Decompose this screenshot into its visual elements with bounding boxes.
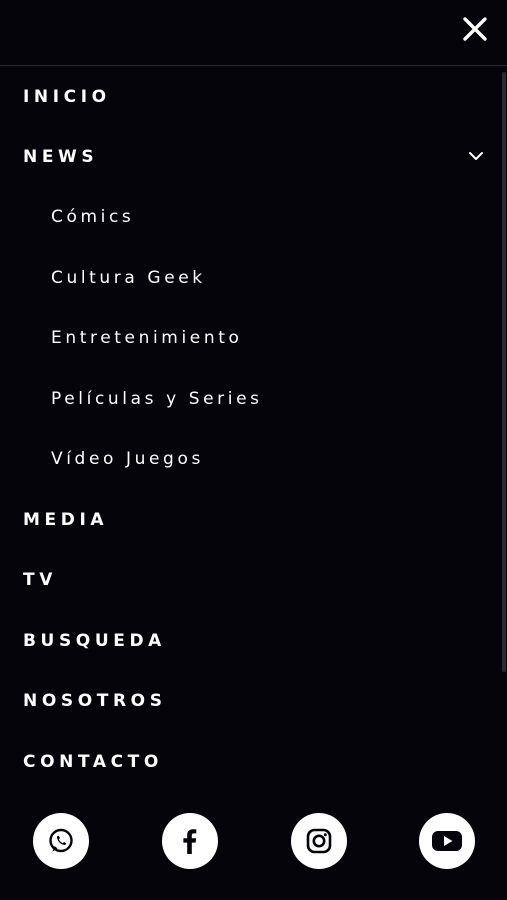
menu-item-label: INICIO	[23, 87, 111, 107]
social-links	[0, 813, 507, 869]
instagram-icon	[306, 828, 332, 854]
menu-item-label: TV	[23, 570, 57, 590]
whatsapp-link[interactable]	[33, 813, 89, 869]
menu-item-label: NOSOTROS	[23, 691, 167, 711]
chevron-down-icon	[469, 152, 483, 160]
submenu-item-peliculas-series[interactable]: Películas y Series	[0, 377, 490, 421]
menu-item-label: BUSQUEDA	[23, 631, 166, 651]
submenu-item-cultura-geek[interactable]: Cultura Geek	[0, 256, 490, 300]
menu-item-news[interactable]: NEWS	[0, 135, 490, 179]
menu-item-media[interactable]: MEDIA	[0, 498, 490, 542]
submenu-item-label: Películas y Series	[51, 389, 263, 409]
menu-item-busqueda[interactable]: BUSQUEDA	[0, 619, 490, 663]
submenu-item-label: Cultura Geek	[51, 268, 206, 288]
menu-header	[0, 0, 507, 66]
menu-item-contacto[interactable]: CONTACTO	[0, 740, 490, 784]
youtube-icon	[432, 831, 462, 851]
menu-item-tv[interactable]: TV	[0, 558, 490, 602]
menu-item-label: CONTACTO	[23, 752, 163, 772]
menu-item-nosotros[interactable]: NOSOTROS	[0, 679, 490, 723]
whatsapp-icon	[49, 828, 73, 853]
menu-item-label: NEWS	[23, 147, 99, 167]
menu-item-label: MEDIA	[23, 510, 109, 530]
submenu-item-label: Entretenimiento	[51, 328, 243, 348]
news-expand-toggle[interactable]	[466, 146, 486, 166]
submenu-item-video-juegos[interactable]: Vídeo Juegos	[0, 437, 490, 481]
submenu-item-label: Cómics	[51, 207, 135, 227]
submenu-item-comics[interactable]: Cómics	[0, 195, 490, 239]
submenu-item-label: Vídeo Juegos	[51, 449, 204, 469]
menu-item-inicio[interactable]: INICIO	[0, 75, 490, 119]
submenu-item-entretenimiento[interactable]: Entretenimiento	[0, 316, 490, 360]
youtube-link[interactable]	[419, 813, 475, 869]
menu-scrollbar[interactable]	[502, 72, 506, 672]
facebook-icon	[183, 829, 197, 854]
close-menu-button[interactable]	[459, 13, 491, 45]
instagram-link[interactable]	[291, 813, 347, 869]
facebook-link[interactable]	[162, 813, 218, 869]
close-icon	[463, 17, 487, 41]
